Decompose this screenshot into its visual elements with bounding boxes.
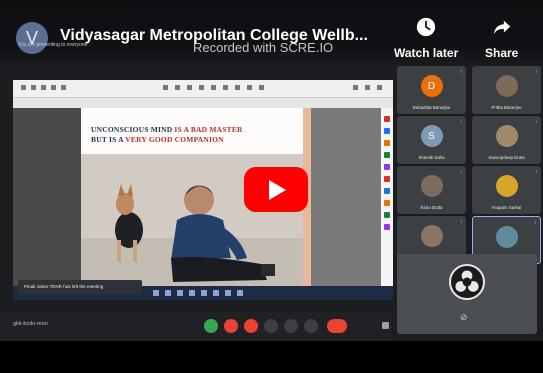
recording-watermark: Recorded with SCRE.IO	[193, 40, 334, 55]
tool-icon[interactable]	[384, 140, 390, 146]
participant-avatar	[420, 175, 443, 197]
participant-avatar	[495, 175, 518, 197]
participant-tile[interactable]: ⁝ D Debadrita Banerjee	[397, 66, 466, 114]
participant-name: Swarupdeep Dutta	[488, 155, 525, 160]
toolbar-icon	[199, 85, 204, 90]
captions-button[interactable]	[244, 319, 258, 333]
tool-icon[interactable]	[384, 164, 390, 170]
participant-tile[interactable]: ⁝ Kiran Dutta	[397, 166, 466, 214]
toolbar-icon	[377, 85, 382, 90]
clock-icon	[416, 17, 436, 37]
tool-icon[interactable]	[384, 116, 390, 122]
participant-name: Kiran Dutta	[420, 205, 443, 210]
participant-name: Shamik Saha	[418, 155, 445, 160]
present-button[interactable]	[284, 319, 298, 333]
taskbar-icon[interactable]	[177, 290, 183, 296]
mic-icon: ⁝	[460, 69, 462, 75]
participant-avatar: D	[420, 75, 443, 97]
toolbar-icon	[175, 85, 180, 90]
tool-icon[interactable]	[384, 200, 390, 206]
toolbar-icon	[21, 85, 26, 90]
toolbar-icon	[247, 85, 252, 90]
camera-toggle-button[interactable]	[224, 319, 238, 333]
toolbar-icon	[41, 85, 46, 90]
meeting-code: gkk-bcdo-mon	[13, 321, 48, 327]
shared-screen: UNCONSCIOUS MIND IS A BAD MASTER BUT IS …	[13, 80, 393, 300]
pdf-toolbar	[13, 80, 393, 98]
raise-hand-button[interactable]	[264, 319, 278, 333]
pdf-subtoolbar	[13, 98, 393, 108]
letterbox-bottom	[0, 341, 543, 373]
participant-tile[interactable]: ⁝ Pritha Banerjee	[472, 66, 541, 114]
participant-avatar: S	[420, 125, 443, 147]
slide-quote-line-2: BUT IS A VERY GOOD COMPANION	[91, 135, 224, 144]
tool-icon[interactable]	[384, 176, 390, 182]
toolbar-icon	[223, 85, 228, 90]
obs-virtual-camera-tile[interactable]: ⊘	[397, 254, 537, 334]
participant-avatar	[495, 125, 518, 147]
watch-later-button[interactable]: Watch later	[394, 16, 458, 60]
toolbar-icon	[211, 85, 216, 90]
slide-quote-line-1: UNCONSCIOUS MIND IS A BAD MASTER	[91, 125, 243, 134]
toolbar-icon	[51, 85, 56, 90]
activities-icon[interactable]	[382, 322, 389, 329]
toolbar-icon	[31, 85, 36, 90]
participant-avatar	[495, 75, 518, 97]
taskbar-icon[interactable]	[189, 290, 195, 296]
pdf-side-tools	[381, 108, 393, 286]
participant-name: Debadrita Banerjee	[412, 105, 451, 110]
mic-icon: ⁝	[535, 69, 537, 75]
toolbar-icon	[163, 85, 168, 90]
mic-icon: ⁝	[534, 220, 536, 226]
mic-icon: ⁝	[460, 119, 462, 125]
toolbar-icon	[259, 85, 264, 90]
taskbar-icon[interactable]	[165, 290, 171, 296]
participant-name: Pritha Banerjee	[491, 105, 522, 110]
watch-later-label: Watch later	[394, 46, 459, 60]
mic-icon: ⁝	[535, 119, 537, 125]
leave-call-button[interactable]	[327, 319, 347, 333]
play-icon	[269, 180, 286, 200]
play-button[interactable]	[244, 167, 308, 212]
meeting-notification: Pinak Jahar TENR has left the meeting	[18, 280, 142, 294]
mic-toggle-button[interactable]	[204, 319, 218, 333]
tool-icon[interactable]	[384, 224, 390, 230]
obs-logo-icon	[449, 264, 485, 300]
camera-off-icon: ⊘	[460, 312, 468, 322]
toolbar-icon	[61, 85, 66, 90]
tool-icon[interactable]	[384, 128, 390, 134]
document-margin-right	[311, 108, 381, 286]
mic-icon: ⁝	[460, 169, 462, 175]
taskbar-icon[interactable]	[201, 290, 207, 296]
taskbar-icon[interactable]	[213, 290, 219, 296]
tool-icon[interactable]	[384, 188, 390, 194]
document-margin-left	[13, 108, 81, 286]
taskbar-icon[interactable]	[225, 290, 231, 296]
share-button[interactable]: Share	[485, 16, 518, 60]
presenting-banner: You are presenting to everyone	[18, 42, 88, 48]
participant-tile[interactable]: ⁝ Anupam Sarkar	[472, 166, 541, 214]
participant-avatar	[495, 226, 518, 248]
participant-name: Anupam Sarkar	[491, 205, 522, 210]
tool-icon[interactable]	[384, 152, 390, 158]
mic-icon: ⁝	[535, 169, 537, 175]
tool-icon[interactable]	[384, 212, 390, 218]
taskbar-icon[interactable]	[237, 290, 243, 296]
toolbar-icon	[235, 85, 240, 90]
participant-avatar	[420, 225, 443, 247]
slide-quote-area: UNCONSCIOUS MIND IS A BAD MASTER BUT IS …	[81, 108, 311, 154]
mic-icon: ⁝	[460, 219, 462, 225]
channel-avatar[interactable]: V	[16, 22, 48, 54]
toolbar-icon	[187, 85, 192, 90]
participant-tile[interactable]: ⁝ S Shamik Saha	[397, 116, 466, 164]
video-frame[interactable]: UNCONSCIOUS MIND IS A BAD MASTER BUT IS …	[0, 0, 543, 373]
toolbar-icon	[353, 85, 358, 90]
taskbar-icon[interactable]	[153, 290, 159, 296]
participant-tile[interactable]: ⁝ Swarupdeep Dutta	[472, 116, 541, 164]
more-options-button[interactable]	[304, 319, 318, 333]
toolbar-icon	[365, 85, 370, 90]
share-arrow-icon	[493, 20, 510, 35]
share-label: Share	[485, 46, 519, 60]
